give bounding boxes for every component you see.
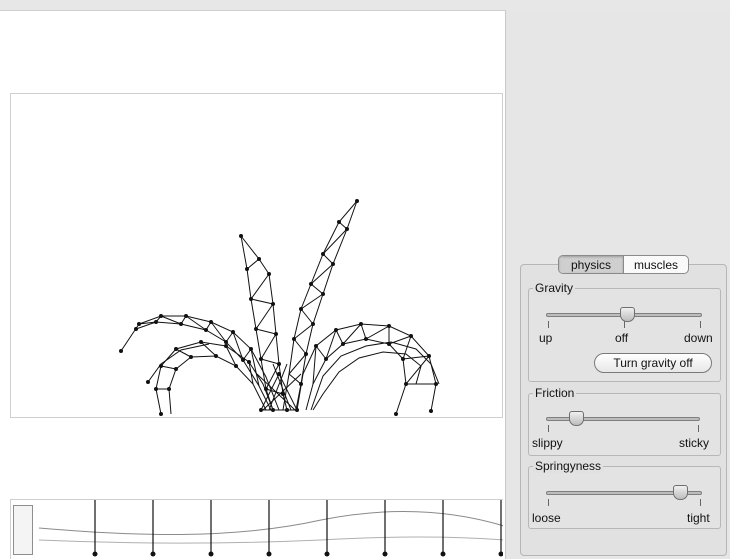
timeline-scroll-handle[interactable] <box>13 505 33 555</box>
timeline-markers <box>94 500 502 554</box>
tab-muscles[interactable]: muscles <box>623 256 688 273</box>
friction-label-sticky: sticky <box>679 436 709 450</box>
friction-title: Friction <box>533 386 577 400</box>
friction-slider-thumb[interactable] <box>569 411 584 426</box>
branch-right <box>296 323 437 412</box>
creature-drawing <box>119 199 440 416</box>
muscle-timeline[interactable] <box>10 499 503 559</box>
gravity-tick-mid <box>624 321 625 328</box>
springyness-tick-min <box>548 499 549 506</box>
tab-physics[interactable]: physics <box>559 256 623 273</box>
gravity-label-up: up <box>539 331 553 345</box>
gravity-label-down: down <box>684 331 713 345</box>
base-fan <box>256 363 302 411</box>
simulation-canvas[interactable] <box>10 93 503 418</box>
turn-gravity-off-button[interactable]: Turn gravity off <box>594 353 712 373</box>
gravity-slider-thumb[interactable] <box>620 307 635 322</box>
gravity-tick-min <box>548 321 549 328</box>
springyness-label-tight: tight <box>687 511 710 525</box>
creature-nodes <box>119 199 438 416</box>
springyness-title: Springyness <box>533 459 604 473</box>
gravity-label-off: off <box>615 331 629 345</box>
friction-tick-min <box>548 425 549 432</box>
springyness-slider-thumb[interactable] <box>673 485 688 500</box>
gravity-tick-max <box>700 321 701 328</box>
gravity-title: Gravity <box>533 281 576 295</box>
branch-left-low <box>155 341 274 415</box>
tab-bar: physics muscles <box>558 255 689 274</box>
friction-tick-max <box>698 425 699 432</box>
friction-label-slippy: slippy <box>532 436 563 450</box>
springyness-label-loose: loose <box>532 511 561 525</box>
timeline-wave <box>38 510 503 536</box>
springyness-tick-max <box>700 499 701 506</box>
